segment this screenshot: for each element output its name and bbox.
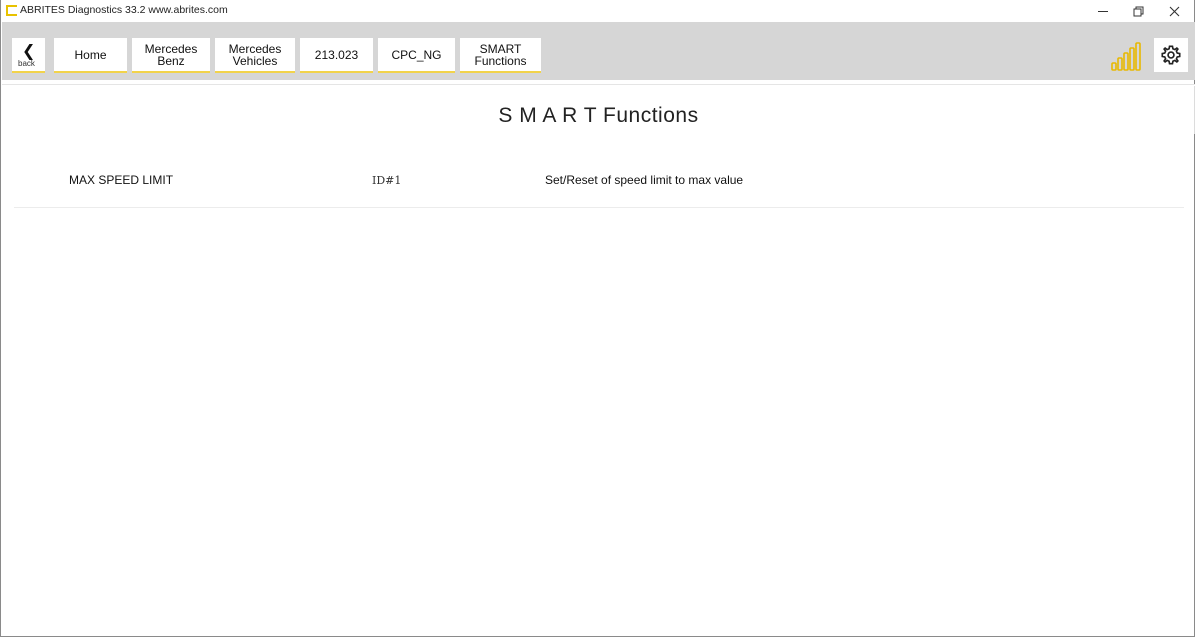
breadcrumb-mercedes-vehicles[interactable]: Mercedes Vehicles (215, 38, 295, 73)
settings-button[interactable] (1154, 38, 1188, 72)
window-title: ABRITES Diagnostics 33.2 www.abrites.com (20, 4, 228, 16)
breadcrumb-label: SMART Functions (474, 41, 527, 68)
back-label: back (18, 59, 35, 68)
function-row[interactable]: MAX SPEED LIMIT ID#1 Set/Reset of speed … (14, 160, 1184, 208)
breadcrumb-model[interactable]: 213.023 (300, 38, 373, 73)
minimize-button[interactable] (1085, 0, 1121, 22)
breadcrumb-label: Mercedes Benz (144, 41, 198, 68)
breadcrumb-label: Mercedes Vehicles (228, 41, 282, 68)
close-button[interactable] (1156, 0, 1192, 22)
breadcrumb-label: Home (74, 47, 107, 62)
breadcrumb-cpc-ng[interactable]: CPC_NG (378, 38, 455, 73)
signal-strength-icon (1111, 42, 1141, 71)
breadcrumb-label: 213.023 (314, 47, 359, 62)
back-button[interactable]: ❮ back (12, 38, 45, 73)
function-description: Set/Reset of speed limit to max value (545, 173, 744, 187)
restore-icon (1133, 6, 1143, 16)
restore-button[interactable] (1120, 0, 1156, 22)
app-window: ABRITES Diagnostics 33.2 www.abrites.com… (0, 0, 1195, 637)
minimize-icon (1098, 10, 1108, 12)
breadcrumb-smart-functions[interactable]: SMART Functions (460, 38, 541, 73)
toolbar-top (2, 22, 1195, 33)
breadcrumb-label: CPC_NG (391, 47, 442, 62)
page-title: S M A R T Functions (498, 104, 699, 127)
breadcrumb-home[interactable]: Home (54, 38, 127, 73)
gear-icon (1161, 45, 1181, 65)
function-id: ID#1 (372, 174, 402, 187)
close-icon (1169, 6, 1179, 16)
function-name: MAX SPEED LIMIT (69, 173, 174, 187)
abrites-logo-icon (6, 5, 17, 16)
chevron-left-icon: ❮ (22, 43, 36, 60)
title-bar: ABRITES Diagnostics 33.2 www.abrites.com (1, 0, 1194, 22)
breadcrumb-mercedes-benz[interactable]: Mercedes Benz (132, 38, 210, 73)
